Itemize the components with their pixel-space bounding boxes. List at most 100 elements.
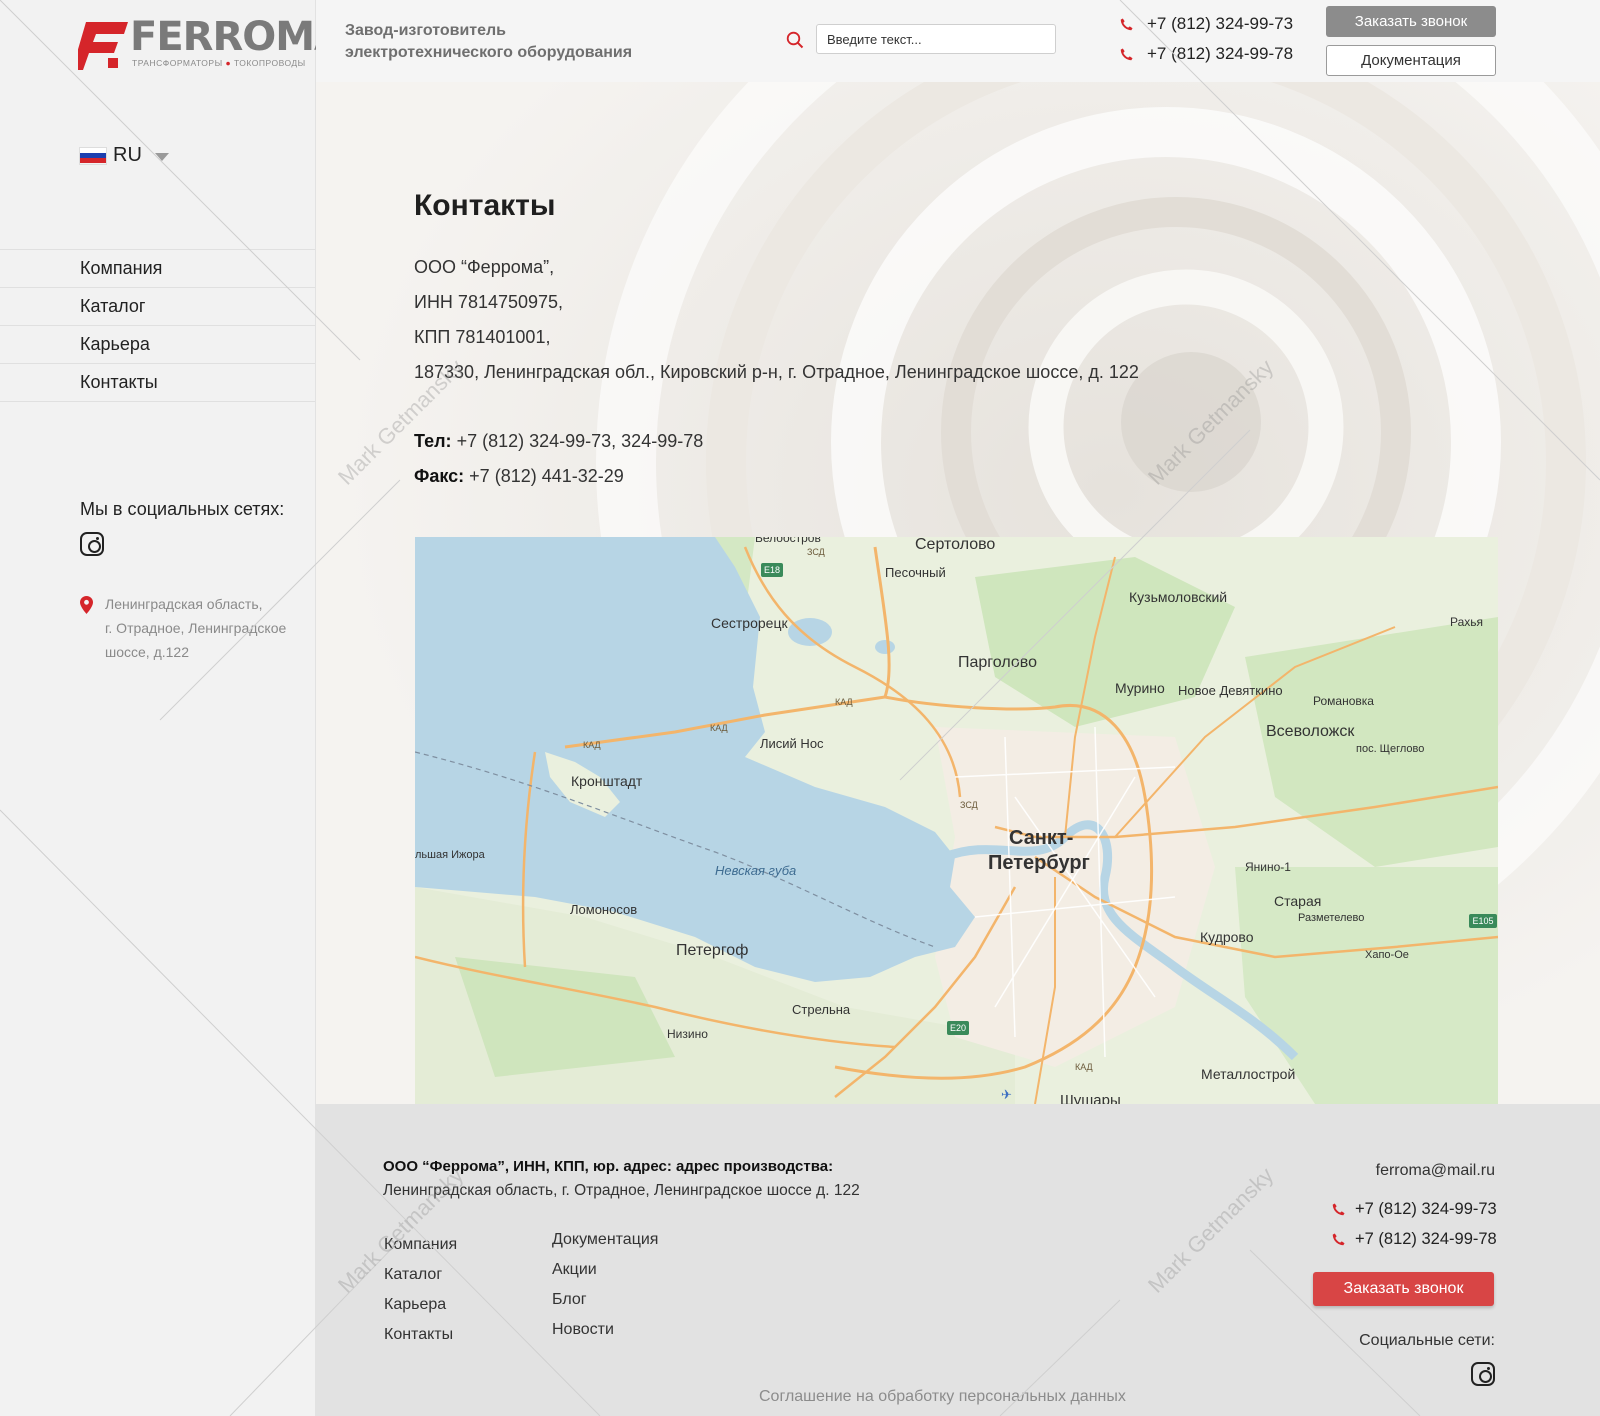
- logo-subtitle-left: ТРАНСФОРМАТОРЫ: [132, 58, 223, 68]
- footer-order-call-button[interactable]: Заказать звонок: [1313, 1272, 1494, 1306]
- phone-icon: [1332, 1233, 1345, 1246]
- instagram-icon[interactable]: [80, 532, 104, 556]
- tagline-line: электротехнического оборудования: [345, 44, 633, 61]
- footer-link-news[interactable]: Новости: [552, 1321, 614, 1339]
- footer-company: ООО “Феррома”, ИНН, КПП, юр. адрес: адре…: [383, 1158, 834, 1175]
- map-road-kad: КАД: [835, 697, 853, 707]
- map-label-strelna: Стрельна: [792, 1002, 851, 1017]
- footer-address: Ленинградская область, г. Отрадное, Лени…: [383, 1182, 860, 1199]
- sidebar-item-career[interactable]: Карьера: [0, 326, 315, 364]
- footer-link-catalog[interactable]: Каталог: [384, 1266, 442, 1284]
- map-label-pesochny: Песочный: [885, 565, 946, 580]
- footer-link-promotions[interactable]: Акции: [552, 1261, 597, 1279]
- documentation-button[interactable]: Документация: [1326, 45, 1496, 76]
- footer-email[interactable]: ferroma@mail.ru: [1376, 1162, 1495, 1180]
- ferroma-logo-icon: [78, 22, 128, 70]
- language-selector[interactable]: RU: [80, 144, 169, 167]
- map[interactable]: Белоостров Сертолово Песочный Кузьмоловс…: [415, 537, 1498, 1104]
- sidebar-address-line: г. Отрадное, Ленинградское: [105, 620, 287, 636]
- russia-flag-icon: [80, 147, 106, 164]
- map-label-nevskaya-guba: Невская губа: [715, 863, 797, 878]
- footer: [316, 1104, 1600, 1416]
- map-label-peterhof: Петергоф: [676, 942, 749, 959]
- header-phone-2[interactable]: +7 (812) 324-99-78: [1120, 44, 1293, 64]
- map-label-rakhya: Рахья: [1450, 615, 1484, 629]
- map-label-nizino: Низино: [667, 1027, 708, 1041]
- location-pin-icon: [80, 596, 93, 614]
- footer-phone-number: +7 (812) 324-99-78: [1355, 1230, 1497, 1248]
- footer-social-title: Социальные сети:: [1359, 1332, 1495, 1349]
- search-input[interactable]: [816, 24, 1056, 54]
- sidebar-address: Ленинградская область, г. Отрадное, Лени…: [105, 592, 305, 664]
- map-label-novoe-devyatkino: Новое Девяткино: [1178, 683, 1283, 698]
- map-road-zsd: ЗСД: [807, 547, 825, 557]
- caret-down-icon: [154, 152, 169, 161]
- map-road-e18: E18: [761, 563, 783, 577]
- footer-link-company[interactable]: Компания: [384, 1236, 457, 1254]
- map-label-metallostroy: Металлострой: [1201, 1066, 1296, 1082]
- contact-phone-label: Тел:: [414, 431, 452, 451]
- map-label-bolshaya-izhora: льшая Ижора: [415, 849, 485, 861]
- map-label-murino: Мурино: [1115, 680, 1165, 696]
- map-label-lomonosov: Ломоносов: [570, 902, 638, 917]
- phone-icon: [1120, 47, 1133, 60]
- phone-icon: [1332, 1203, 1345, 1216]
- map-label-khapo-oe: Хапо-Ое: [1365, 949, 1409, 961]
- map-road-kad: КАД: [710, 723, 728, 733]
- sidebar-social-title: Мы в социальных сетях:: [80, 499, 285, 519]
- map-road-kad: КАД: [583, 740, 601, 750]
- map-label-staraya: Старая: [1274, 893, 1322, 909]
- map-label-kuzmolovsky: Кузьмоловский: [1129, 589, 1228, 605]
- logo-wordmark: FERROMA: [130, 14, 345, 60]
- sidebar-item-contacts[interactable]: Контакты: [0, 364, 315, 402]
- header-phone-number: +7 (812) 324-99-73: [1147, 14, 1294, 33]
- map-label-beloostrov: Белоостров: [755, 537, 821, 545]
- map-label-kudrovo: Кудрово: [1200, 929, 1254, 945]
- footer-phone-1[interactable]: +7 (812) 324-99-73: [1332, 1200, 1497, 1219]
- map-label-razmetelevo: Разметелево: [1298, 912, 1365, 924]
- map-label-lisiy-nos: Лисий Нос: [760, 736, 824, 751]
- sidebar-address-line: шоссе, д.122: [105, 644, 189, 660]
- map-label-spb-line2: Петербург: [988, 852, 1090, 874]
- airport-icon: ✈: [1001, 1087, 1012, 1102]
- map-label-kronshtadt: Кронштадт: [571, 773, 643, 789]
- company-kpp: КПП 781401001,: [414, 327, 551, 347]
- map-road-e20: E20: [947, 1021, 969, 1035]
- logo[interactable]: FERROMA ТРАНСФОРМАТОРЫ ● ТОКОПРОВОДЫ: [78, 14, 345, 72]
- contact-fax: Факс: +7 (812) 441-32-29: [414, 466, 624, 487]
- map-label-shushary: Шушары: [1060, 1092, 1121, 1104]
- footer-link-contacts[interactable]: Контакты: [384, 1326, 453, 1344]
- instagram-icon[interactable]: [1471, 1362, 1495, 1386]
- search-icon[interactable]: [786, 31, 804, 49]
- map-label-shcheglovo: пос. Щеглово: [1356, 743, 1425, 755]
- contact-phone-value[interactable]: +7 (812) 324-99-73, 324-99-78: [457, 431, 704, 451]
- privacy-agreement-link[interactable]: Соглашение на обработку персональных дан…: [759, 1388, 1126, 1406]
- sidebar-item-company[interactable]: Компания: [0, 250, 315, 288]
- logo-subtitle-right: ТОКОПРОВОДЫ: [233, 58, 306, 68]
- map-label-pargolovo: Парголово: [958, 654, 1037, 671]
- footer-link-career[interactable]: Карьера: [384, 1296, 446, 1314]
- map-road-zsd: ЗСД: [960, 800, 978, 810]
- sidebar: FERROMA ТРАНСФОРМАТОРЫ ● ТОКОПРОВОДЫ RU …: [0, 0, 345, 1416]
- footer-link-blog[interactable]: Блог: [552, 1291, 587, 1309]
- logo-dot-icon: ●: [225, 58, 232, 68]
- company-inn: ИНН 7814750975,: [414, 292, 564, 312]
- contact-fax-value: +7 (812) 441-32-29: [469, 466, 624, 486]
- map-label-vsevolozhsk: Всеволожск: [1266, 723, 1355, 740]
- tagline-line: Завод-изготовитель: [345, 22, 507, 39]
- contact-phone: Тел: +7 (812) 324-99-73, 324-99-78: [414, 431, 703, 452]
- map-canvas: [415, 537, 1498, 1104]
- logo-subtitle: ТРАНСФОРМАТОРЫ ● ТОКОПРОВОДЫ: [132, 58, 306, 68]
- page-title: Контакты: [414, 189, 556, 222]
- footer-phone-2[interactable]: +7 (812) 324-99-78: [1332, 1230, 1497, 1249]
- header-phone-number: +7 (812) 324-99-78: [1147, 44, 1294, 63]
- order-call-button[interactable]: Заказать звонок: [1326, 6, 1496, 37]
- sidebar-item-catalog[interactable]: Каталог: [0, 288, 315, 326]
- map-label-sertolovo: Сертолово: [915, 537, 996, 553]
- header-phone-1[interactable]: +7 (812) 324-99-73: [1120, 14, 1293, 34]
- footer-link-documentation[interactable]: Документация: [552, 1231, 658, 1249]
- map-road-e105: E105: [1469, 914, 1497, 928]
- map-label-romanovka: Романовка: [1313, 694, 1374, 708]
- tagline: Завод-изготовитель электротехнического о…: [345, 20, 632, 64]
- language-code: RU: [113, 144, 142, 166]
